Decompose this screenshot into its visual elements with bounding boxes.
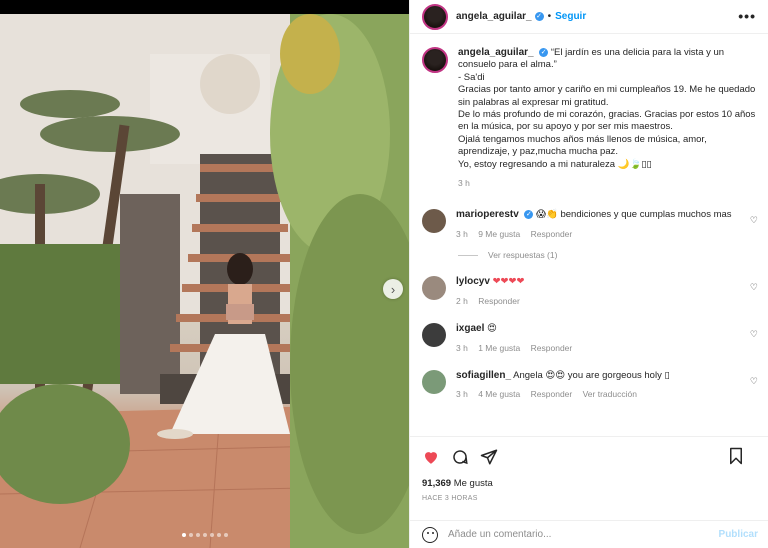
photo-pane: › — [0, 0, 409, 548]
carousel-dot — [203, 533, 207, 537]
share-icon[interactable] — [480, 448, 498, 466]
caption-body: angela_aguilar_ ✓ “El jardín es una deli… — [458, 47, 756, 189]
comment-text: ❤❤❤❤ — [492, 276, 525, 288]
view-replies[interactable]: Ver respuestas (1) — [458, 250, 768, 260]
post-header: angela_aguilar_ ✓ • Seguir ••• — [410, 0, 768, 34]
caption-line: - Sa'di — [458, 71, 485, 83]
comment-likes[interactable]: 1 Me gusta — [478, 343, 520, 353]
carousel-dot — [189, 533, 193, 537]
verified-icon: ✓ — [539, 47, 549, 57]
publish-button[interactable]: Publicar — [719, 529, 758, 540]
comment-text: 😱👏 bendiciones y que cumplas muchos mas — [536, 209, 732, 221]
caption-line: Ojalá tengamos muchos años más llenos de… — [458, 133, 707, 158]
comment-meta: 3 h 9 Me gusta Responder — [456, 228, 736, 240]
comment-time[interactable]: 3 h — [456, 389, 468, 399]
emoji-icon[interactable] — [422, 526, 438, 543]
caption-line: De lo más profundo de mi corazón, gracia… — [458, 109, 756, 133]
reply-button[interactable]: Responder — [531, 389, 573, 399]
avatar[interactable] — [422, 3, 448, 30]
caption-line: Yo, estoy regresando a mi naturaleza 🌙🍃▯… — [458, 158, 652, 170]
post-photo[interactable]: › — [0, 14, 409, 548]
reply-button[interactable]: Responder — [478, 296, 520, 306]
comment-like-icon[interactable]: ♡ — [750, 376, 758, 387]
verified-icon: ✓ — [534, 12, 544, 21]
likes-number: 91,369 — [422, 478, 452, 489]
translate-button[interactable]: Ver traducción — [583, 389, 637, 399]
instagram-post-view: › angela_aguilar_ ✓ • Seguir ••• angela_… — [0, 0, 768, 548]
action-icons — [422, 447, 756, 467]
follow-button[interactable]: Seguir — [555, 11, 586, 22]
comment-time[interactable]: 3 h — [456, 229, 468, 239]
verified-icon: ✓ — [524, 210, 534, 220]
comment: marioperestv ✓ 😱👏 bendiciones y que cump… — [410, 209, 768, 240]
comment-username[interactable]: lylocyv — [456, 276, 490, 287]
next-arrow-icon[interactable]: › — [383, 279, 403, 299]
garden-stairs-image — [0, 14, 409, 548]
carousel-dot — [217, 533, 221, 537]
comment-text: Angela 😍😍 you are gorgeous holy ▯ — [513, 369, 670, 381]
caption-username[interactable]: angela_aguilar_ — [458, 47, 534, 58]
comment-like-icon[interactable]: ♡ — [750, 329, 758, 340]
caption: angela_aguilar_ ✓ “El jardín es una deli… — [410, 35, 768, 189]
comment-avatar[interactable] — [422, 323, 446, 348]
header-username[interactable]: angela_aguilar_ — [456, 11, 532, 22]
view-replies-label[interactable]: Ver respuestas (1) — [488, 250, 557, 260]
reply-button[interactable]: Responder — [531, 343, 573, 353]
comment: lylocyv ❤❤❤❤ 2 h Responder ♡ — [410, 276, 768, 307]
replies-line — [458, 254, 478, 256]
caption-time[interactable]: 3 h — [458, 178, 470, 188]
likes-label: Me gusta — [453, 478, 493, 489]
comment-like-icon[interactable]: ♡ — [750, 215, 758, 226]
comment-body: ixgael 😍 3 h 1 Me gusta Responder — [456, 323, 736, 354]
reply-button[interactable]: Responder — [531, 229, 573, 239]
carousel-dots — [182, 533, 228, 537]
comment-username[interactable]: marioperestv — [456, 209, 519, 220]
comment-username[interactable]: sofiagillen_ — [456, 370, 511, 381]
likes-count[interactable]: 91,369 Me gusta — [422, 478, 756, 489]
comment-likes[interactable]: 9 Me gusta — [478, 229, 520, 239]
comment-like-icon[interactable]: ♡ — [750, 282, 758, 293]
heart-icon[interactable] — [422, 448, 440, 466]
comment-body: sofiagillen_ Angela 😍😍 you are gorgeous … — [456, 370, 736, 401]
carousel-dot — [210, 533, 214, 537]
caption-meta: 3 h — [458, 177, 756, 189]
comment-body: marioperestv ✓ 😱👏 bendiciones y que cump… — [456, 209, 736, 240]
comment-meta: 3 h 1 Me gusta Responder — [456, 342, 736, 354]
comment-body: lylocyv ❤❤❤❤ 2 h Responder — [456, 276, 736, 307]
post-side-panel: angela_aguilar_ ✓ • Seguir ••• angela_ag… — [409, 0, 768, 548]
post-actions: 91,369 Me gusta HACE 3 HORAS — [410, 436, 768, 502]
comment-meta: 3 h 4 Me gusta Responder Ver traducción — [456, 388, 736, 400]
post-time-ago: HACE 3 HORAS — [422, 495, 478, 502]
comment-avatar[interactable] — [422, 209, 446, 234]
bookmark-icon[interactable] — [727, 447, 745, 465]
carousel-dot — [224, 533, 228, 537]
add-comment-bar: Publicar — [410, 520, 768, 548]
caption-line: Gracias por tanto amor y cariño en mi cu… — [458, 84, 756, 108]
comment-username[interactable]: ixgael — [456, 323, 484, 334]
comment: ixgael 😍 3 h 1 Me gusta Responder ♡ — [410, 323, 768, 354]
comment: sofiagillen_ Angela 😍😍 you are gorgeous … — [410, 369, 768, 401]
caption-avatar[interactable] — [422, 47, 448, 73]
comment-input[interactable] — [448, 529, 698, 540]
carousel-dot — [182, 533, 186, 537]
comment-meta: 2 h Responder — [456, 295, 736, 307]
comment-icon[interactable] — [451, 448, 469, 466]
comment-time[interactable]: 2 h — [456, 296, 468, 306]
more-icon[interactable]: ••• — [738, 8, 756, 24]
comment-avatar[interactable] — [422, 276, 446, 301]
comment-avatar[interactable] — [422, 369, 446, 394]
comment-time[interactable]: 3 h — [456, 343, 468, 353]
comment-likes[interactable]: 4 Me gusta — [478, 389, 520, 399]
separator-dot: • — [547, 11, 552, 22]
carousel-dot — [196, 533, 200, 537]
comment-text: 😍 — [487, 323, 497, 335]
comments-scroll-area[interactable]: angela_aguilar_ ✓ “El jardín es una deli… — [410, 35, 768, 435]
